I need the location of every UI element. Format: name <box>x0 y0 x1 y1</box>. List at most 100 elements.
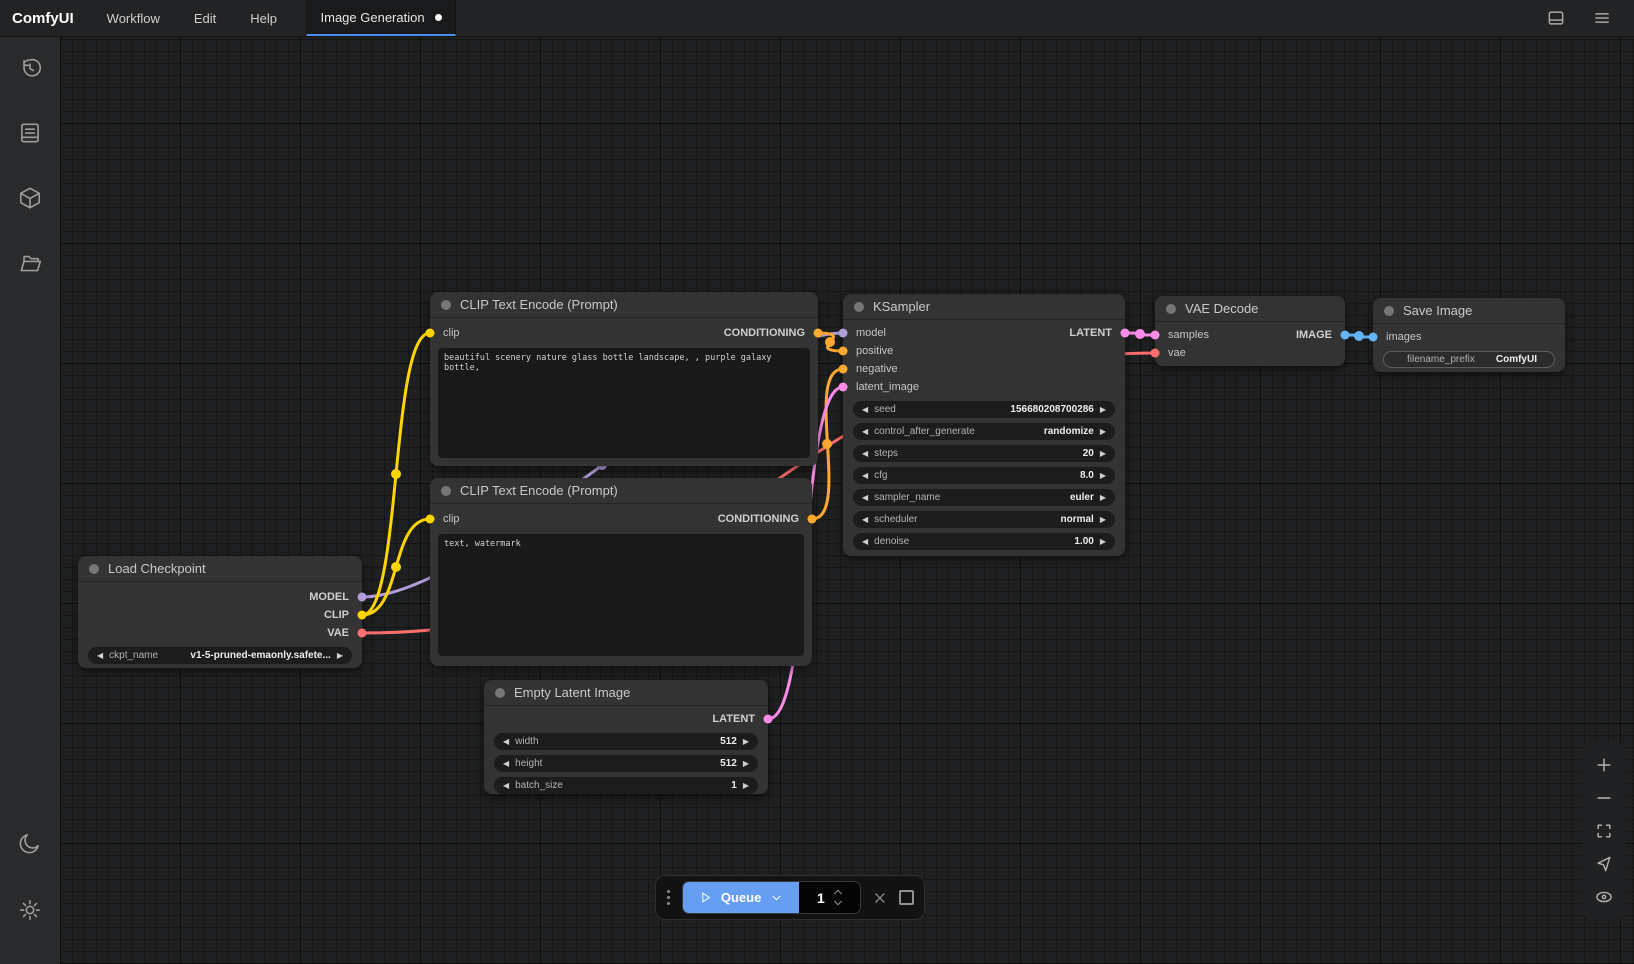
menu-workflow[interactable]: Workflow <box>90 0 177 36</box>
increment-arrow-icon[interactable]: ▶ <box>743 738 749 746</box>
output-slot-model[interactable]: MODEL <box>78 588 362 606</box>
slot-dot-latent-output[interactable] <box>1121 329 1130 338</box>
decrement-arrow-icon[interactable]: ◀ <box>862 472 868 480</box>
output-slot-vae[interactable]: VAE <box>78 624 362 642</box>
tab-image-generation[interactable]: Image Generation <box>306 0 456 36</box>
increment-arrow-icon[interactable]: ▶ <box>1100 428 1106 436</box>
spin-down-icon[interactable] <box>833 900 843 906</box>
widget-width[interactable]: ◀ width 512 ▶ <box>494 733 758 750</box>
slot-dot-model[interactable] <box>358 593 367 602</box>
node-header[interactable]: Load Checkpoint <box>78 556 362 582</box>
collapse-dot[interactable] <box>441 486 451 496</box>
actionbar-drag-handle[interactable] <box>666 890 672 905</box>
node-header[interactable]: KSampler <box>843 294 1125 320</box>
stop-icon[interactable] <box>899 890 914 905</box>
zoom-in-button[interactable] <box>1594 755 1614 775</box>
increment-arrow-icon[interactable]: ▶ <box>1100 516 1106 524</box>
widget-cfg[interactable]: ◀ cfg 8.0 ▶ <box>853 467 1115 484</box>
decrement-arrow-icon[interactable]: ◀ <box>97 652 103 660</box>
clear-queue-icon[interactable] <box>871 889 889 907</box>
node-clip-text-encode-negative[interactable]: CLIP Text Encode (Prompt) clip CONDITION… <box>430 478 812 666</box>
decrement-arrow-icon[interactable]: ◀ <box>503 738 509 746</box>
increment-arrow-icon[interactable]: ▶ <box>1100 406 1106 414</box>
slot-dot-vae[interactable] <box>358 629 367 638</box>
widget-seed[interactable]: ◀ seed 156680208700286 ▶ <box>853 401 1115 418</box>
slot-dot-latent-output[interactable] <box>764 715 773 724</box>
node-empty-latent-image[interactable]: Empty Latent Image LATENT ◀ width 512 ▶ … <box>484 680 768 794</box>
toggle-link-visibility-button[interactable] <box>1594 887 1614 907</box>
decrement-arrow-icon[interactable]: ◀ <box>503 760 509 768</box>
decrement-arrow-icon[interactable]: ◀ <box>862 538 868 546</box>
node-save-image[interactable]: Save Image images filename_prefix ComfyU… <box>1373 298 1565 372</box>
collapse-dot[interactable] <box>854 302 864 312</box>
widget-control-after-generate[interactable]: ◀ control_after_generate randomize ▶ <box>853 423 1115 440</box>
slot-dot-positive-input[interactable] <box>839 347 848 356</box>
hamburger-menu-icon[interactable] <box>1592 8 1612 28</box>
widget-steps[interactable]: ◀ steps 20 ▶ <box>853 445 1115 462</box>
decrement-arrow-icon[interactable]: ◀ <box>503 782 509 790</box>
increment-arrow-icon[interactable]: ▶ <box>743 760 749 768</box>
slot-dot-conditioning-output[interactable] <box>814 329 823 338</box>
slot-dot-clip-input[interactable] <box>426 329 435 338</box>
decrement-arrow-icon[interactable]: ◀ <box>862 428 868 436</box>
slot-dot-conditioning-output[interactable] <box>808 515 817 524</box>
sidebar-theme-toggle-button[interactable] <box>17 830 43 861</box>
batch-count-input[interactable]: 1 <box>799 882 860 913</box>
widget-height[interactable]: ◀ height 512 ▶ <box>494 755 758 772</box>
increment-arrow-icon[interactable]: ▶ <box>1100 494 1106 502</box>
slot-dot-model-input[interactable] <box>839 329 848 338</box>
increment-arrow-icon[interactable]: ▶ <box>1100 450 1106 458</box>
slot-dot-negative-input[interactable] <box>839 365 848 374</box>
widget-filename-prefix[interactable]: filename_prefix ComfyUI <box>1383 351 1555 368</box>
select-mode-button[interactable] <box>1594 854 1614 874</box>
slot-dot-image-output[interactable] <box>1341 331 1350 340</box>
node-header[interactable]: Empty Latent Image <box>484 680 768 706</box>
node-clip-text-encode-positive[interactable]: CLIP Text Encode (Prompt) clip CONDITION… <box>430 292 818 466</box>
node-header[interactable]: Save Image <box>1373 298 1565 324</box>
slot-dot-clip[interactable] <box>358 611 367 620</box>
zoom-out-button[interactable] <box>1594 788 1614 808</box>
menu-edit[interactable]: Edit <box>177 0 233 36</box>
node-header[interactable]: CLIP Text Encode (Prompt) <box>430 292 818 318</box>
collapse-dot[interactable] <box>1166 304 1176 314</box>
slot-dot-samples-input[interactable] <box>1151 331 1160 340</box>
sidebar-model-library-button[interactable] <box>17 185 43 216</box>
output-slot-latent[interactable]: LATENT <box>484 710 768 728</box>
collapse-dot[interactable] <box>1384 306 1394 316</box>
sidebar-node-library-button[interactable] <box>17 120 43 151</box>
slot-dot-clip-input[interactable] <box>426 515 435 524</box>
decrement-arrow-icon[interactable]: ◀ <box>862 494 868 502</box>
prompt-textarea[interactable]: beautiful scenery nature glass bottle la… <box>438 348 810 458</box>
widget-batch-size[interactable]: ◀ batch_size 1 ▶ <box>494 777 758 794</box>
node-ksampler[interactable]: KSampler model LATENT positive negative … <box>843 294 1125 556</box>
collapse-dot[interactable] <box>495 688 505 698</box>
fit-view-button[interactable] <box>1594 821 1614 841</box>
increment-arrow-icon[interactable]: ▶ <box>337 652 343 660</box>
collapse-dot[interactable] <box>89 564 99 574</box>
widget-ckpt-name[interactable]: ◀ ckpt_name v1-5-pruned-emaonly.safete..… <box>88 647 352 664</box>
node-header[interactable]: CLIP Text Encode (Prompt) <box>430 478 812 504</box>
slot-dot-latent-image-input[interactable] <box>839 383 848 392</box>
prompt-textarea[interactable]: text, watermark <box>438 534 804 656</box>
increment-arrow-icon[interactable]: ▶ <box>1100 538 1106 546</box>
increment-arrow-icon[interactable]: ▶ <box>743 782 749 790</box>
slot-dot-vae-input[interactable] <box>1151 349 1160 358</box>
sidebar-workflows-button[interactable] <box>17 250 43 281</box>
node-header[interactable]: VAE Decode <box>1155 296 1345 322</box>
increment-arrow-icon[interactable]: ▶ <box>1100 472 1106 480</box>
widget-denoise[interactable]: ◀ denoise 1.00 ▶ <box>853 533 1115 550</box>
decrement-arrow-icon[interactable]: ◀ <box>862 516 868 524</box>
queue-button[interactable]: Queue <box>683 882 799 913</box>
widget-scheduler[interactable]: ◀ scheduler normal ▶ <box>853 511 1115 528</box>
spin-up-icon[interactable] <box>833 889 843 895</box>
sidebar-queue-history-button[interactable] <box>17 55 43 86</box>
decrement-arrow-icon[interactable]: ◀ <box>862 450 868 458</box>
output-slot-clip[interactable]: CLIP <box>78 606 362 624</box>
toggle-panel-icon[interactable] <box>1546 8 1566 28</box>
slot-dot-images-input[interactable] <box>1369 333 1378 342</box>
widget-sampler-name[interactable]: ◀ sampler_name euler ▶ <box>853 489 1115 506</box>
node-vae-decode[interactable]: VAE Decode samples IMAGE vae <box>1155 296 1345 366</box>
chevron-down-icon[interactable] <box>770 891 783 904</box>
decrement-arrow-icon[interactable]: ◀ <box>862 406 868 414</box>
menu-help[interactable]: Help <box>233 0 294 36</box>
